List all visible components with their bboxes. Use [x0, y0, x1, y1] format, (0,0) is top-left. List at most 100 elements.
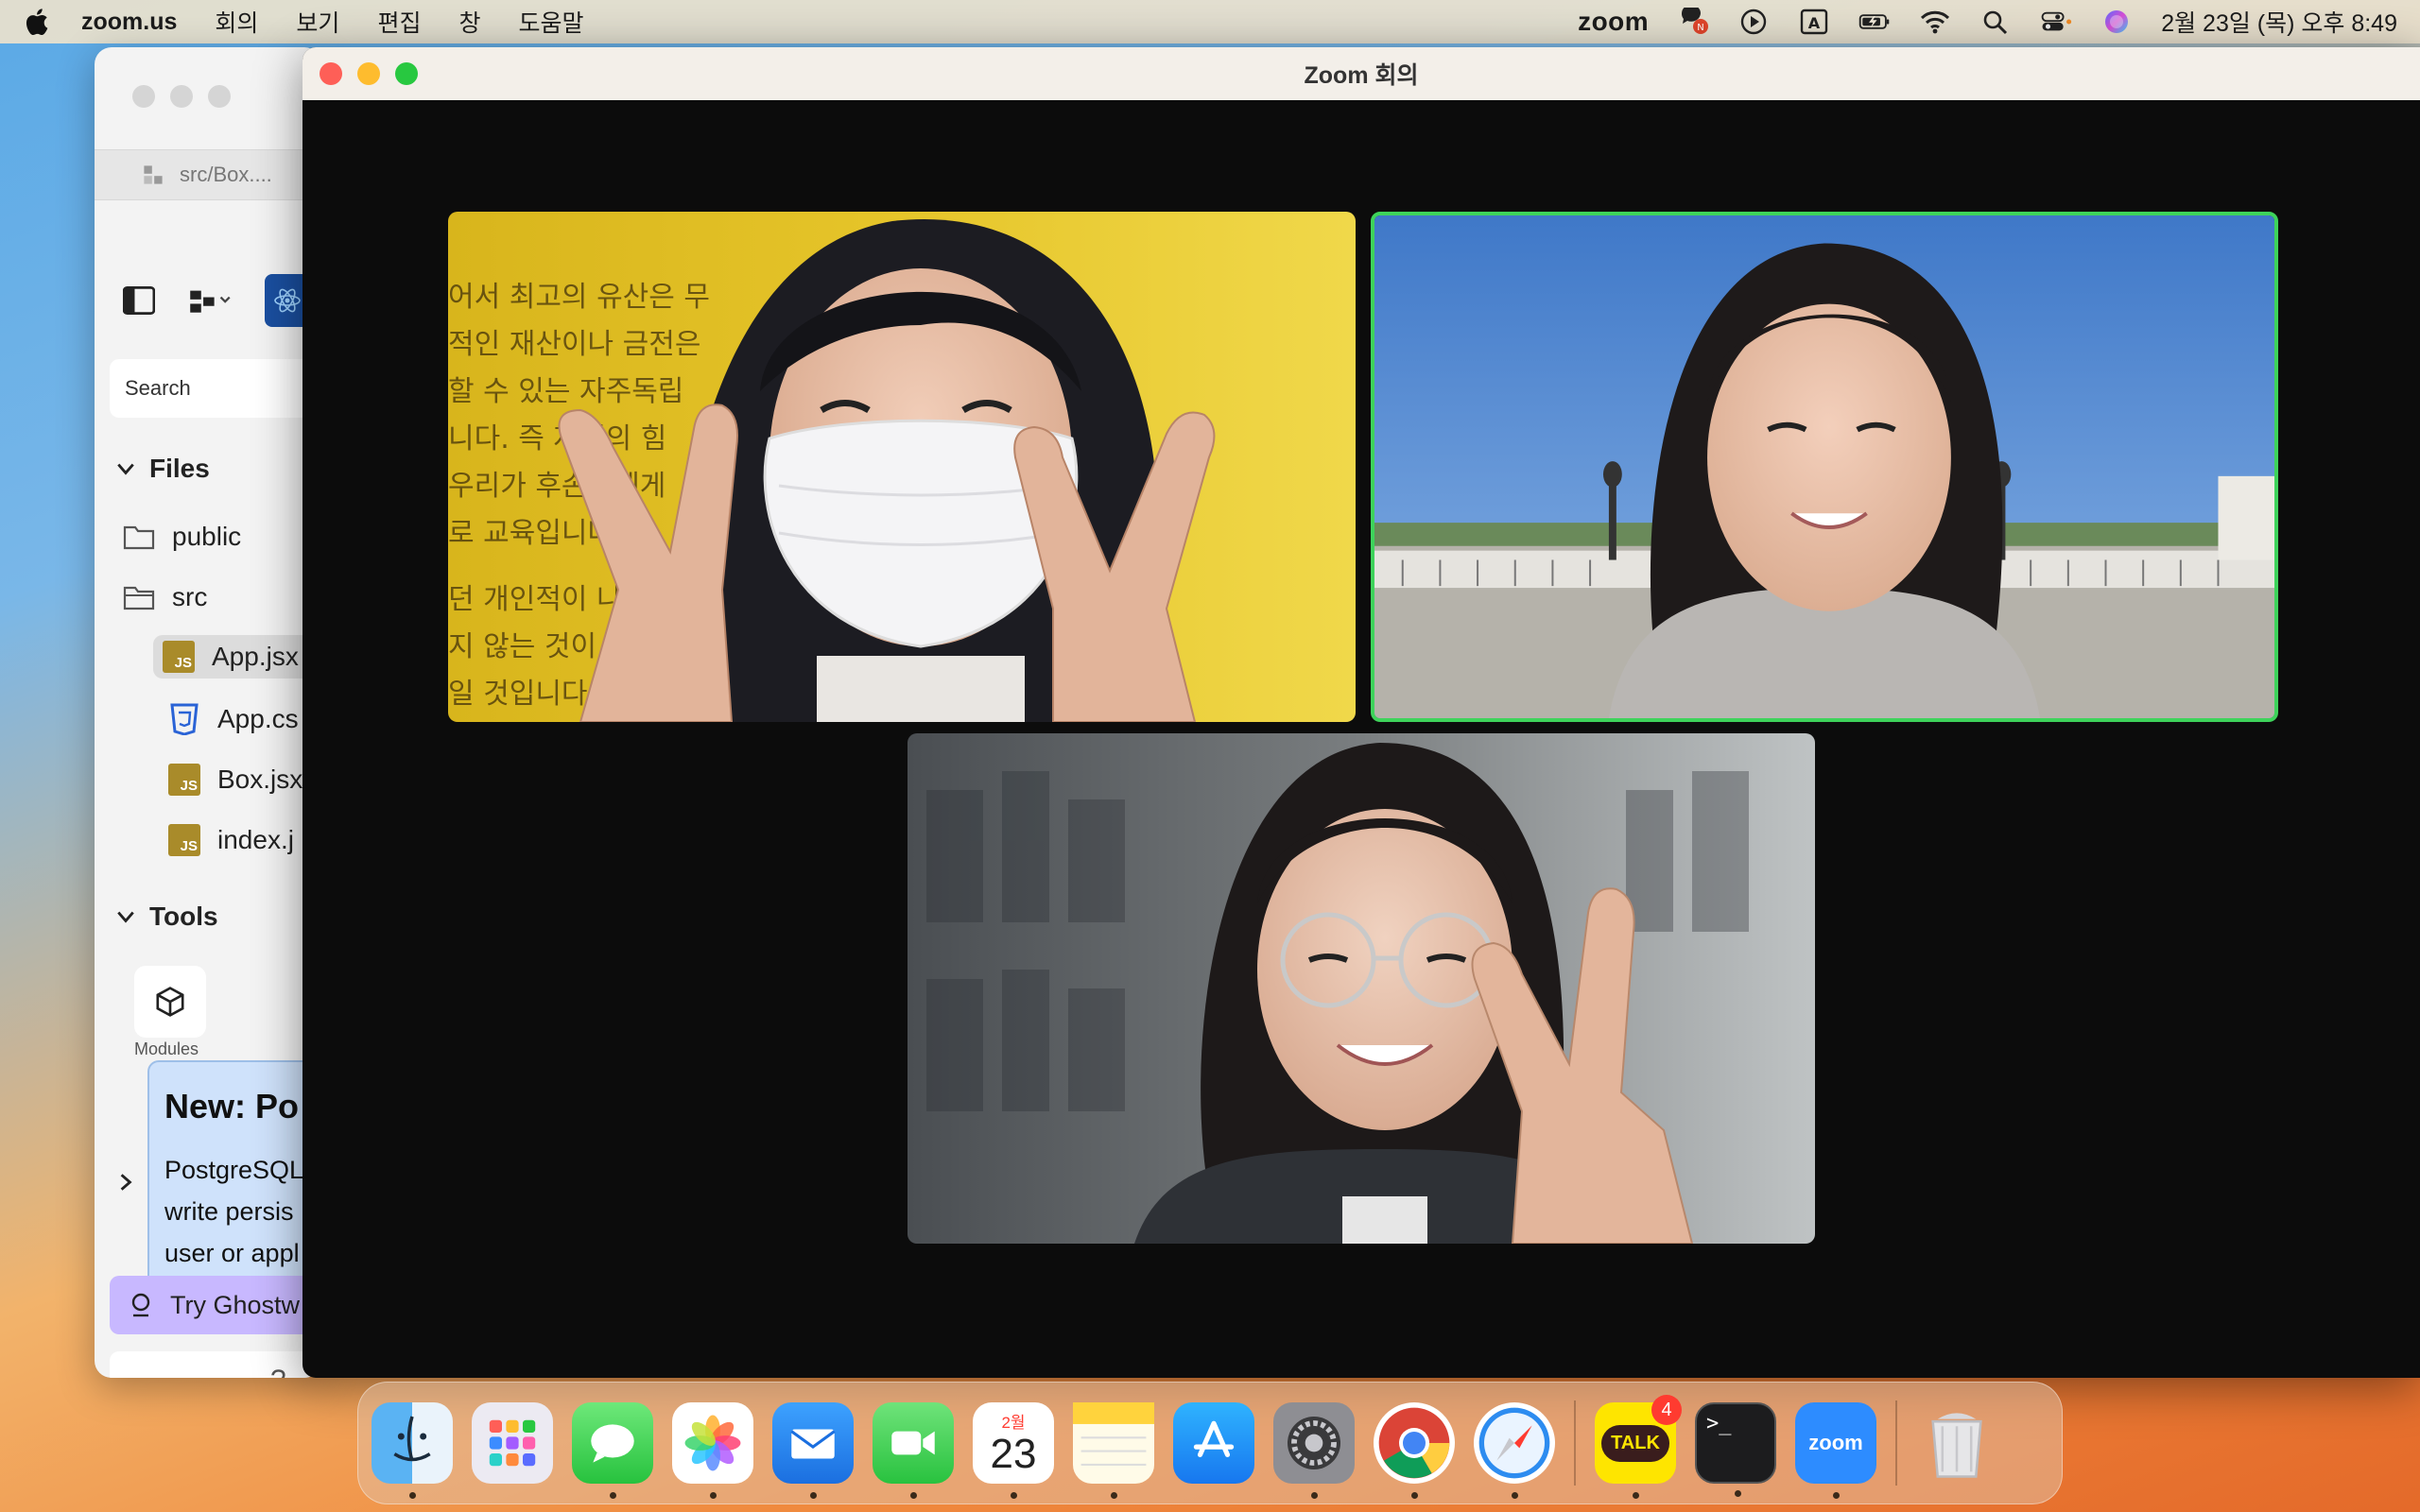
- dock-system-settings[interactable]: [1273, 1402, 1355, 1499]
- zoom-close-button[interactable]: [320, 62, 342, 85]
- participant-2-video-frame: [1374, 215, 2274, 718]
- dock-app-store[interactable]: [1173, 1402, 1254, 1484]
- menu-meeting[interactable]: 회의: [215, 5, 258, 39]
- zoom-minimize-button[interactable]: [357, 62, 380, 85]
- mail-icon: [790, 1429, 836, 1459]
- dock-zoom[interactable]: zoom: [1795, 1402, 1876, 1499]
- announcement-popup[interactable]: New: Po PostgreSQL write persis user or …: [147, 1060, 321, 1298]
- participant-1-video-frame: 어서 최고의 유산은 무 적인 재산이나 금전은 할 수 있는 자주독립 니다.…: [448, 212, 1356, 722]
- file-app-css[interactable]: App.cs: [168, 703, 299, 735]
- files-section-header[interactable]: Files: [115, 454, 210, 484]
- svg-text:던 개인적이 나: 던 개인적이 나: [448, 583, 623, 616]
- facetime-icon: [891, 1431, 935, 1455]
- popup-line-3: user or appl: [164, 1239, 300, 1267]
- editor-search-input[interactable]: Search: [110, 359, 321, 418]
- editor-close-button[interactable]: [132, 85, 155, 108]
- battery-charging-icon[interactable]: [1858, 8, 1891, 36]
- zoom-window-title: Zoom 회의: [1304, 62, 1419, 89]
- help-bar[interactable]: ?: [110, 1351, 321, 1378]
- js-file-icon: JS: [163, 641, 195, 673]
- spotlight-search-icon[interactable]: [1979, 8, 2012, 36]
- dock-finder[interactable]: [372, 1402, 453, 1499]
- modules-tool-button[interactable]: [134, 966, 206, 1038]
- tools-section-header[interactable]: Tools: [115, 902, 218, 932]
- zoom-meeting-window: Zoom 회의 어서 최고의 유산은 무 적인 재산이나 금전은 할 수 있는 …: [302, 47, 2420, 1378]
- play-icon[interactable]: [1737, 8, 1770, 36]
- dock-safari[interactable]: [1474, 1402, 1555, 1499]
- menu-edit[interactable]: 편집: [377, 5, 421, 39]
- sidebar-toggle-icon[interactable]: [123, 286, 155, 315]
- folder-src-label: src: [172, 582, 208, 611]
- menu-help[interactable]: 도움말: [518, 5, 583, 39]
- gear-icon: [1288, 1417, 1340, 1469]
- finder-icon: [393, 1416, 431, 1462]
- svg-text:적인 재산이나 금전은: 적인 재산이나 금전은: [448, 328, 700, 361]
- dock-kakaotalk[interactable]: TALK 4: [1595, 1395, 1682, 1499]
- siri-icon[interactable]: [2100, 8, 2133, 36]
- folder-public[interactable]: public: [123, 522, 241, 552]
- dock-launchpad[interactable]: [472, 1402, 553, 1484]
- running-indicator: [1512, 1492, 1518, 1499]
- control-center-icon[interactable]: [2040, 8, 2072, 36]
- editor-tab[interactable]: src/Box....: [95, 149, 321, 200]
- terminal-icon: >_: [1706, 1412, 1732, 1435]
- folder-public-label: public: [172, 522, 242, 551]
- editor-zoom-button[interactable]: [208, 85, 231, 108]
- unread-badge: 4: [1651, 1395, 1682, 1425]
- apple-logo-icon[interactable]: [23, 7, 49, 37]
- ghost-icon: [131, 1293, 150, 1317]
- zoom-fullscreen-button[interactable]: [395, 62, 418, 85]
- photos-icon: [684, 1415, 741, 1471]
- menu-view[interactable]: 보기: [296, 5, 339, 39]
- dock-notes[interactable]: [1073, 1402, 1154, 1499]
- dock-facetime[interactable]: [873, 1402, 954, 1499]
- branch-icon[interactable]: [183, 286, 236, 315]
- input-source-icon[interactable]: A: [1798, 8, 1830, 36]
- editor-minimize-button[interactable]: [170, 85, 193, 108]
- kakaotalk-icon: TALK: [1601, 1424, 1669, 1462]
- participant-video-3[interactable]: [908, 733, 1815, 1244]
- running-indicator: [1735, 1490, 1741, 1497]
- file-app-css-label: App.cs: [217, 704, 299, 733]
- help-icon[interactable]: ?: [270, 1365, 286, 1378]
- running-indicator: [1633, 1492, 1639, 1499]
- chevron-down-icon: [117, 911, 134, 923]
- editor-toolbar: [123, 274, 310, 327]
- file-index-js-label: index.j: [217, 825, 294, 854]
- file-box-jsx[interactable]: JS Box.jsx: [168, 764, 302, 796]
- css-file-icon: [170, 703, 199, 735]
- folder-icon: [123, 525, 155, 550]
- folder-src[interactable]: src: [123, 582, 207, 612]
- dock-trash[interactable]: [1916, 1402, 1997, 1484]
- file-tab-icon: [144, 165, 163, 184]
- participant-video-1[interactable]: 어서 최고의 유산은 무 적인 재산이나 금전은 할 수 있는 자주독립 니다.…: [448, 212, 1356, 722]
- notes-icon: [1073, 1402, 1154, 1467]
- menu-clock[interactable]: 2월 23일 (목) 오후 8:49: [2161, 5, 2397, 39]
- try-ghostwriter-button[interactable]: Try Ghostw: [110, 1276, 321, 1334]
- menu-app-name[interactable]: zoom.us: [81, 9, 177, 36]
- running-indicator: [910, 1492, 917, 1499]
- dock-chrome[interactable]: [1374, 1402, 1455, 1499]
- zoom-status-item[interactable]: zoom: [1578, 7, 1649, 37]
- dock-messages[interactable]: [572, 1402, 653, 1499]
- file-app-jsx[interactable]: JS App.jsx: [153, 635, 321, 679]
- dock: 2월 23 TALK 4 >_ zoom: [357, 1382, 2063, 1504]
- messages-icon: [591, 1424, 634, 1463]
- notification-chat-icon[interactable]: N: [1677, 8, 1709, 36]
- chevron-right-icon[interactable]: [115, 1172, 136, 1193]
- participant-3-video-frame: [908, 733, 1815, 1244]
- running-indicator: [1111, 1492, 1117, 1499]
- dock-terminal[interactable]: >_: [1695, 1402, 1776, 1497]
- dock-photos[interactable]: [672, 1402, 753, 1499]
- popup-title: New: Po: [164, 1087, 300, 1125]
- running-indicator: [1411, 1492, 1418, 1499]
- wifi-icon[interactable]: [1919, 8, 1951, 36]
- participant-video-2[interactable]: [1371, 212, 2278, 722]
- file-index-js[interactable]: JS index.j: [168, 824, 294, 856]
- svg-text:니다. 즉 자생의 힘: 니다. 즉 자생의 힘: [448, 422, 666, 455]
- dock-mail[interactable]: [772, 1402, 854, 1499]
- menu-bar: zoom.us 회의 보기 편집 창 도움말 zoom N A 2월 23일 (…: [0, 0, 2420, 43]
- svg-text:N: N: [1697, 23, 1703, 33]
- menu-window[interactable]: 창: [458, 5, 480, 39]
- dock-calendar[interactable]: 2월 23: [973, 1402, 1054, 1499]
